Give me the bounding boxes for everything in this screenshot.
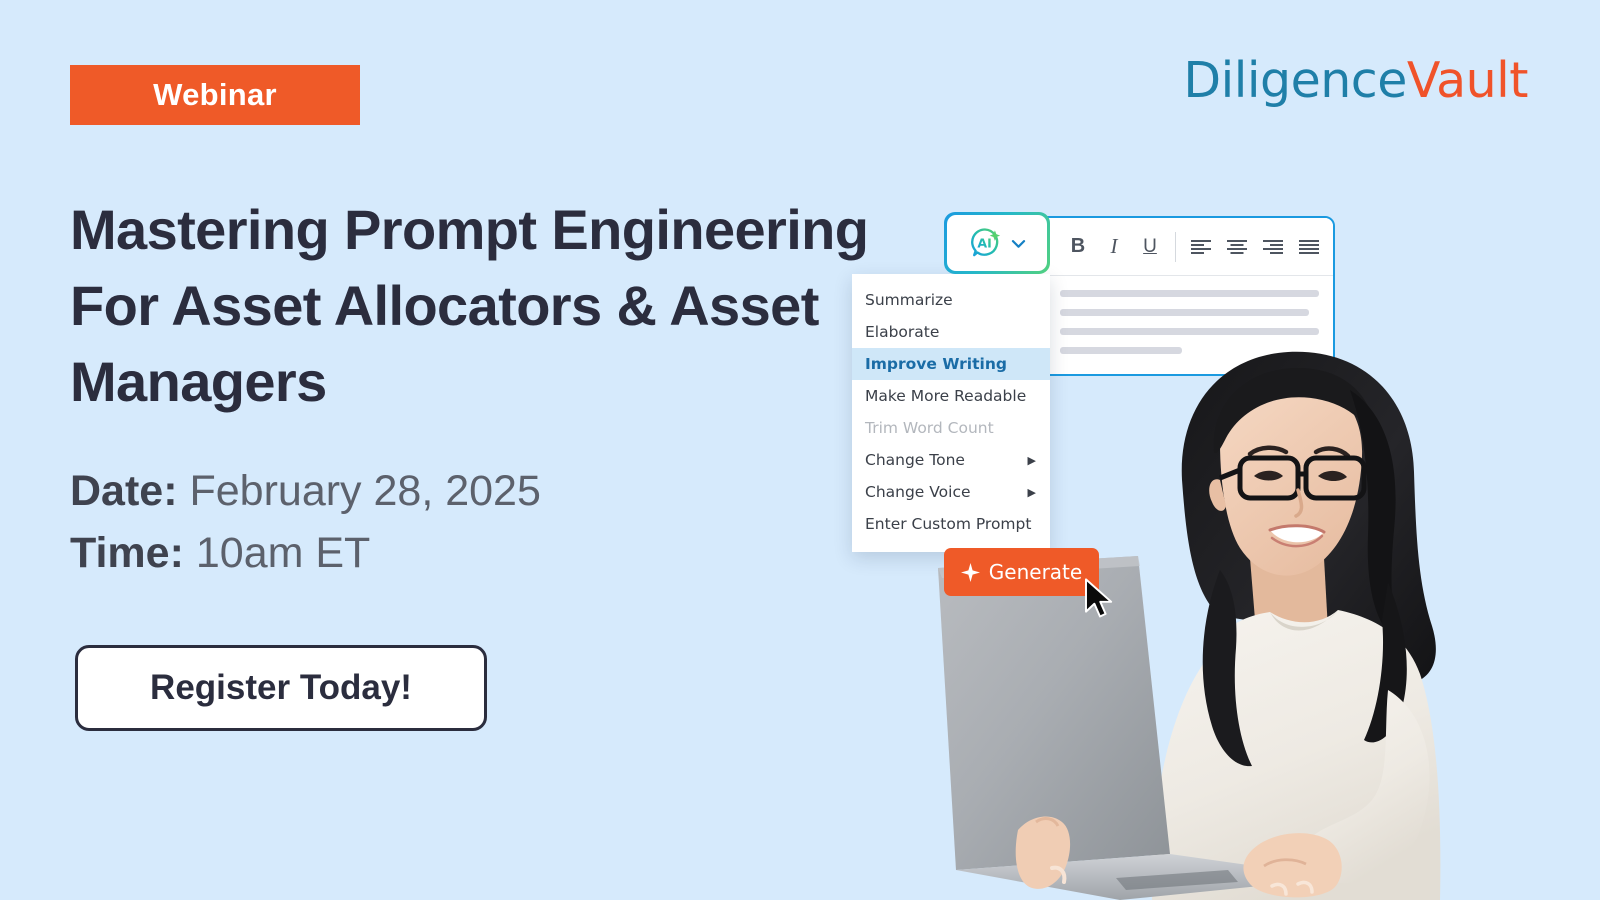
ai-actions-menu: Summarize Elaborate Improve Writing Make… [852,274,1050,552]
webinar-badge: Webinar [70,65,360,125]
event-details: Date: February 28, 2025 Time: 10am ET [70,460,541,584]
menu-item-label: Enter Custom Prompt [865,515,1032,533]
page-title: Mastering Prompt Engineering For Asset A… [70,192,870,420]
menu-item-elaborate[interactable]: Elaborate [852,316,1050,348]
placeholder-line [1060,328,1319,335]
sparkle-icon [960,562,980,582]
logo-text-diligence: Diligence [1183,52,1407,109]
menu-item-label: Elaborate [865,323,940,341]
register-today-button[interactable]: Register Today! [75,645,487,731]
menu-item-change-voice[interactable]: Change Voice ▶ [852,476,1050,508]
chevron-down-icon[interactable] [1009,234,1028,253]
align-left-icon [1191,239,1211,254]
logo-text-vault: Vault [1406,52,1529,109]
menu-item-label: Change Voice [865,483,971,501]
menu-item-improve-writing[interactable]: Improve Writing [852,348,1050,380]
menu-item-label: Summarize [865,291,953,309]
editor-content-area[interactable] [1012,276,1333,374]
align-justify-button[interactable] [1291,229,1327,265]
webinar-badge-label: Webinar [153,77,277,112]
align-justify-icon [1299,239,1319,254]
menu-item-enter-custom-prompt[interactable]: Enter Custom Prompt [852,508,1050,540]
time-value: 10am ET [195,529,371,577]
align-right-button[interactable] [1255,229,1291,265]
placeholder-line [1060,347,1182,354]
mouse-cursor-icon [1085,578,1113,618]
webinar-promo-canvas: Webinar DiligenceVault Mastering Prompt … [0,0,1600,900]
submenu-arrow-icon: ▶ [1027,453,1036,467]
align-center-icon [1227,239,1247,254]
menu-item-label: Improve Writing [865,355,1007,373]
placeholder-line [1060,290,1319,297]
menu-item-label: Trim Word Count [865,419,994,437]
generate-button[interactable]: Generate [944,548,1099,596]
italic-button[interactable]: I [1096,229,1132,265]
align-left-button[interactable] [1183,229,1219,265]
headline-line-1: Mastering Prompt Engineering [70,198,869,261]
menu-item-make-more-readable[interactable]: Make More Readable [852,380,1050,412]
svg-text:AI: AI [977,236,991,251]
menu-item-change-tone[interactable]: Change Tone ▶ [852,444,1050,476]
underline-button[interactable]: U [1132,229,1168,265]
text-editor-card: B I U [1010,216,1335,376]
align-center-button[interactable] [1219,229,1255,265]
event-date-row: Date: February 28, 2025 [70,460,541,522]
toolbar-divider [1175,231,1176,262]
diligencevault-logo: DiligenceVault [1183,52,1528,109]
menu-item-summarize[interactable]: Summarize [852,284,1050,316]
headline-line-3: Managers [70,350,327,413]
ai-assistant-button[interactable]: AI [944,212,1050,274]
date-value: February 28, 2025 [189,467,541,515]
editor-toolbar: B I U [1012,218,1333,276]
bold-button[interactable]: B [1060,229,1096,265]
menu-item-label: Make More Readable [865,387,1027,405]
headline-line-2: For Asset Allocators & Asset [70,274,819,337]
menu-item-label: Change Tone [865,451,965,469]
register-button-label: Register Today! [150,668,412,707]
generate-button-label: Generate [988,560,1083,584]
time-label: Time: [70,529,184,577]
menu-item-trim-word-count: Trim Word Count [852,412,1050,444]
align-right-icon [1263,239,1283,254]
event-time-row: Time: 10am ET [70,522,541,584]
date-label: Date: [70,467,178,515]
submenu-arrow-icon: ▶ [1027,485,1036,499]
placeholder-line [1060,309,1309,316]
ai-sparkle-icon: AI [970,228,1000,257]
